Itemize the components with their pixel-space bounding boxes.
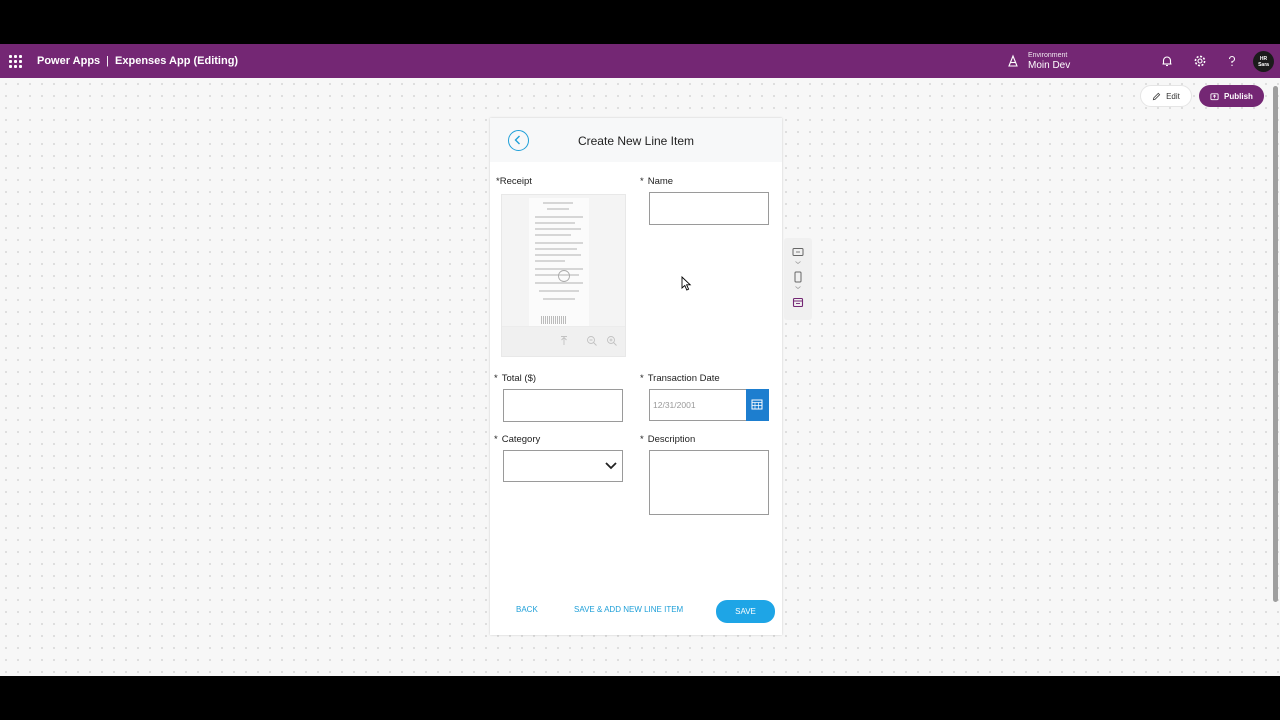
edit-button-label: Edit [1166,91,1180,101]
required-marker: * [640,434,644,445]
environment-label: Environment [1028,51,1068,59]
gear-icon[interactable] [1193,54,1207,68]
save-and-add-button[interactable]: SAVE & ADD NEW LINE ITEM [574,605,683,614]
environment-name: Moin Dev [1028,59,1071,71]
title-separator: | [106,55,110,67]
required-marker: * [640,373,644,384]
pencil-icon [1152,92,1161,100]
required-marker: * [494,434,498,445]
required-marker: * [640,176,644,187]
top-bar: Power Apps | Expenses App (Editing) Enviro… [0,44,1280,78]
app-launcher-icon[interactable] [9,55,22,68]
bell-icon[interactable] [1160,54,1174,68]
edit-button[interactable]: Edit [1140,85,1192,107]
letterbox-top [0,0,1280,44]
chevron-down-icon [795,261,801,265]
chevron-down-icon [795,286,801,290]
letterbox-bottom [0,676,1280,720]
total-label: * Total ($) [494,373,537,384]
name-label: * Name [640,176,674,187]
transaction-date-picker[interactable]: 12/31/2001 [649,389,769,421]
back-arrow-icon [514,135,520,145]
receipt-thumbnail [529,198,589,326]
help-icon[interactable] [1225,54,1239,68]
environment-icon [1008,54,1018,67]
upload-icon[interactable] [559,335,569,347]
publish-button[interactable]: Publish [1199,85,1264,107]
barcode [541,316,567,324]
tablet-icon[interactable] [792,247,804,257]
transaction-date-label: * Transaction Date [640,373,720,384]
save-button-label: SAVE [735,607,756,616]
chevron-down-icon [605,462,617,470]
receipt-label: *Receipt [496,176,532,187]
form-title: Create New Line Item [577,134,695,148]
phone-icon[interactable] [792,271,804,283]
category-label: * Category [494,434,541,445]
back-arrow-button[interactable] [508,130,529,151]
receipt-toolbar [502,326,625,356]
total-input[interactable] [503,389,623,422]
description-textarea[interactable] [649,450,769,515]
back-button[interactable]: BACK [516,605,538,614]
zoom-in-icon[interactable] [606,335,618,347]
name-input[interactable] [649,192,769,225]
new-line-item-form: Create New Line Item *Receipt * Name * T… [490,118,782,635]
app-title: Power Apps | Expenses App (Editing) [37,55,238,67]
environment-picker[interactable]: Environment Moin Dev [1006,49,1070,73]
calendar-button[interactable] [746,389,769,421]
required-marker: * [494,373,498,384]
app-name: Expenses App (Editing) [115,55,239,67]
zoom-out-icon[interactable] [586,335,598,347]
loading-spinner-icon [558,270,570,282]
avatar-name: Sara [1258,61,1269,68]
date-placeholder: 12/31/2001 [653,400,696,410]
description-label: * Description [640,434,696,445]
avatar[interactable]: HR Sara [1253,51,1274,72]
canvas-scrollbar[interactable] [1273,86,1278,602]
publish-button-label: Publish [1224,91,1253,101]
device-preview-toolbar [784,238,812,320]
publish-icon [1210,92,1219,100]
save-button[interactable]: SAVE [716,600,775,623]
form-header: Create New Line Item [490,118,782,162]
receipt-image[interactable] [501,194,626,357]
category-dropdown[interactable] [503,450,623,482]
product-name: Power Apps [37,55,101,67]
calendar-icon [751,399,763,410]
mouse-cursor-icon [681,276,692,291]
calendar-view-icon[interactable] [792,297,804,308]
